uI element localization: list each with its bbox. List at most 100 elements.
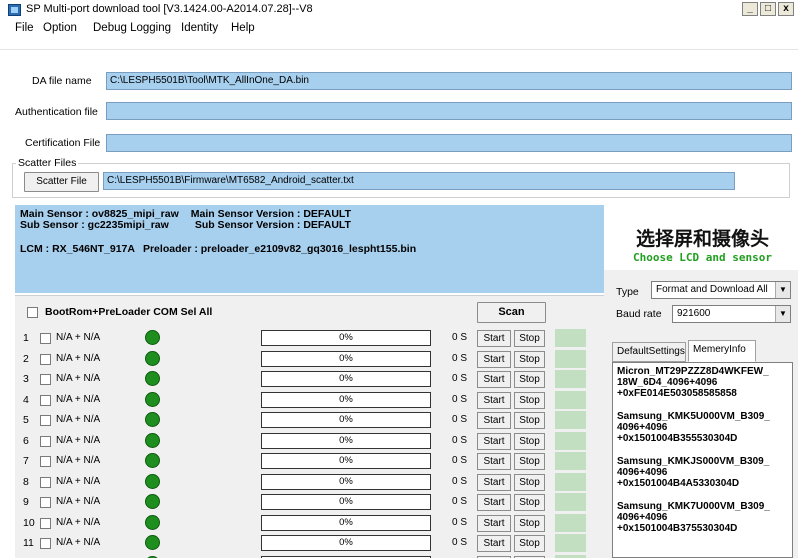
port-start-button[interactable]: Start: [477, 514, 511, 532]
tab-default-settings[interactable]: DefaultSettings: [612, 342, 686, 362]
port-start-button[interactable]: Start: [477, 371, 511, 388]
preloader-text: Preloader : preloader_e2109v82_gq3016_le…: [142, 243, 417, 255]
port-row: 10 N/A + N/A 0% 0 S Start Stop: [15, 513, 604, 533]
choose-lcd-sensor-banner: 选择屏和摄像头 Choose LCD and sensor: [607, 210, 798, 270]
list-item: Samsung_KMKJS000VM_B309_ 4096+4096 +0x15…: [617, 456, 770, 489]
list-item: Micron_MT29PZZZ8D4WKFEW_ 18W_6D4_4096+40…: [617, 366, 769, 399]
ports-panel: BootRom+PreLoader COM Sel All Scan 1 N/A …: [15, 295, 604, 558]
menu-option[interactable]: Option: [43, 20, 77, 36]
port-row: 3 N/A + N/A 0% 0 S Start Stop: [15, 369, 604, 389]
list-item: Samsung_KMK7U000VM_B309_ 4096+4096 +0x15…: [617, 501, 770, 534]
port-stop-button[interactable]: Stop: [514, 371, 545, 388]
port-status-led-icon: [145, 453, 160, 468]
chevron-down-icon[interactable]: ▼: [775, 306, 790, 322]
menu-identity[interactable]: Identity: [181, 20, 218, 36]
port-label: N/A + N/A: [56, 352, 101, 364]
scatter-file-field[interactable]: C:\LESPH5501B\Firmware\MT6582_Android_sc…: [103, 172, 735, 190]
port-start-button[interactable]: Start: [477, 535, 511, 552]
maximize-button[interactable]: □: [760, 2, 776, 16]
port-checkbox[interactable]: [40, 517, 51, 529]
port-number: 9: [23, 496, 29, 508]
port-start-button[interactable]: Start: [477, 494, 511, 511]
scatter-files-title: Scatter Files: [16, 157, 79, 169]
port-status-cell: [555, 452, 586, 470]
port-checkbox[interactable]: [40, 497, 51, 508]
port-stop-button[interactable]: Stop: [514, 412, 545, 429]
port-stop-button[interactable]: Stop: [514, 453, 545, 470]
port-start-button[interactable]: Start: [477, 350, 511, 368]
port-number: 10: [23, 516, 35, 529]
menu-bar: File Option Debug Logging Identity Help: [0, 20, 798, 50]
minimize-button[interactable]: _: [742, 2, 758, 16]
port-checkbox[interactable]: [40, 456, 51, 467]
select-all-label: BootRom+PreLoader COM Sel All: [45, 306, 213, 318]
port-number: 11: [23, 537, 34, 549]
port-status-cell: [555, 370, 586, 388]
type-label: Type: [616, 286, 639, 298]
port-number: 5: [23, 414, 29, 426]
port-status-led-icon: [145, 494, 160, 509]
port-stop-button[interactable]: Stop: [514, 494, 545, 511]
port-row: 9 N/A + N/A 0% 0 S Start Stop: [15, 492, 604, 512]
port-stop-button[interactable]: Stop: [514, 514, 545, 532]
menu-file[interactable]: File: [15, 20, 34, 36]
port-start-button[interactable]: Start: [477, 473, 511, 491]
port-start-button[interactable]: Start: [477, 453, 511, 470]
cert-file-field[interactable]: [106, 134, 792, 152]
tab-memery-info[interactable]: MemeryInfo: [688, 340, 756, 362]
da-file-label: DA file name: [32, 75, 92, 87]
port-checkbox[interactable]: [40, 435, 51, 447]
port-start-button[interactable]: Start: [477, 391, 511, 409]
port-status-led-icon: [145, 371, 160, 386]
port-stop-button[interactable]: Stop: [514, 391, 545, 409]
port-progress-bar: 0%: [261, 330, 431, 346]
port-start-button[interactable]: Start: [477, 432, 511, 450]
port-row: 6 N/A + N/A 0% 0 S Start Stop: [15, 431, 604, 451]
baud-rate-select[interactable]: 921600 ▼: [672, 305, 791, 323]
port-status-led-icon: [145, 330, 160, 345]
port-status-cell: [555, 472, 586, 491]
port-progress-bar: 0%: [261, 371, 431, 387]
port-elapsed-time: 0 S: [452, 414, 468, 425]
port-label: N/A + N/A: [56, 373, 101, 384]
auth-file-field[interactable]: [106, 102, 792, 120]
port-elapsed-time: 0 S: [452, 373, 468, 384]
file-form: DA file name C:\LESPH5501B\Tool\MTK_AllI…: [0, 50, 798, 205]
port-stop-button[interactable]: Stop: [514, 330, 545, 347]
select-all-checkbox[interactable]: [27, 307, 38, 318]
port-stop-button[interactable]: Stop: [514, 535, 545, 552]
port-number: 7: [23, 455, 29, 467]
port-stop-button[interactable]: Stop: [514, 432, 545, 450]
port-checkbox[interactable]: [40, 415, 51, 426]
memory-info-list: Micron_MT29PZZZ8D4WKFEW_ 18W_6D4_4096+40…: [612, 362, 793, 558]
port-checkbox[interactable]: [40, 394, 51, 406]
port-progress-bar: 0%: [261, 494, 431, 510]
type-select[interactable]: Format and Download All ▼: [651, 281, 791, 299]
port-status-cell: [555, 411, 586, 429]
close-button[interactable]: x: [778, 2, 794, 16]
port-row: 1 N/A + N/A 0% 0 S Start Stop: [15, 328, 604, 348]
port-start-button[interactable]: Start: [477, 412, 511, 429]
menu-help[interactable]: Help: [231, 20, 255, 36]
port-checkbox[interactable]: [40, 538, 51, 549]
port-checkbox[interactable]: [40, 353, 51, 365]
port-status-cell: [555, 349, 586, 368]
port-status-led-icon: [145, 391, 160, 407]
port-checkbox[interactable]: [40, 374, 51, 385]
port-elapsed-time: 0 S: [452, 537, 468, 548]
port-status-cell: [555, 431, 586, 450]
baud-rate-label: Baud rate: [616, 308, 662, 320]
port-label: N/A + N/A: [56, 434, 101, 446]
menu-debug-logging[interactable]: Debug Logging: [93, 20, 171, 36]
port-checkbox[interactable]: [40, 476, 51, 488]
banner-chinese-text: 选择屏和摄像头: [635, 228, 769, 250]
port-start-button[interactable]: Start: [477, 330, 511, 347]
port-row: 12N/A + N/A0%0 SStartStop: [15, 554, 604, 558]
scatter-file-button[interactable]: Scatter File: [24, 172, 99, 192]
port-checkbox[interactable]: [40, 333, 51, 344]
scan-button[interactable]: Scan: [477, 302, 546, 323]
chevron-down-icon[interactable]: ▼: [775, 282, 790, 298]
da-file-field[interactable]: C:\LESPH5501B\Tool\MTK_AllInOne_DA.bin: [106, 72, 792, 90]
port-stop-button[interactable]: Stop: [514, 473, 545, 491]
port-stop-button[interactable]: Stop: [514, 350, 545, 368]
